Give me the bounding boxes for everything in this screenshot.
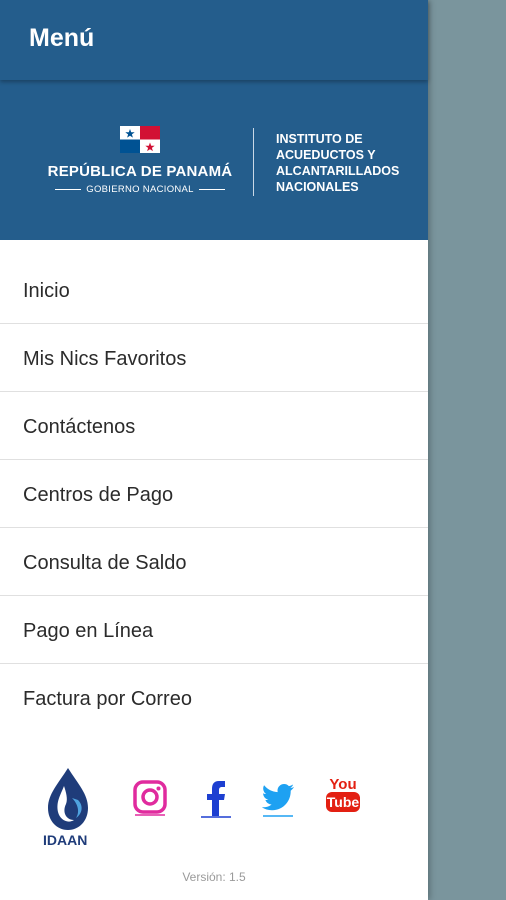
menu-item-mis-nics-favoritos[interactable]: Mis Nics Favoritos xyxy=(0,324,428,392)
menu-item-contactenos[interactable]: Contáctenos xyxy=(0,392,428,460)
panama-flag-icon xyxy=(120,126,160,153)
menu-item-label: Mis Nics Favoritos xyxy=(23,348,187,370)
menu-item-consulta-de-saldo[interactable]: Consulta de Saldo xyxy=(0,528,428,596)
divider-left xyxy=(55,189,82,190)
institute-line: NACIONALES xyxy=(276,180,359,194)
menu-item-label: Centros de Pago xyxy=(23,484,174,506)
app-version: Versión: 1.5 xyxy=(182,870,246,884)
menu-item-inicio[interactable]: Inicio xyxy=(0,256,428,324)
app-bar: Menú xyxy=(0,0,428,80)
social-links: IDAAN You Tube xyxy=(0,762,428,852)
youtube-icon-top-text: You xyxy=(329,776,356,793)
menu-item-factura-por-correo[interactable]: Factura por Correo xyxy=(0,664,428,731)
idaan-drop-icon xyxy=(48,768,88,830)
menu-list: Inicio Mis Nics Favoritos Contáctenos Ce… xyxy=(0,256,428,731)
facebook-icon[interactable] xyxy=(197,778,235,818)
institute-line: ALCANTARILLADOS xyxy=(276,164,400,178)
youtube-icon[interactable]: You Tube xyxy=(324,774,362,818)
divider-right xyxy=(198,189,226,190)
idaan-logo-text: IDAAN xyxy=(43,832,88,848)
country-name: REPÚBLICA DE PANAMÁ xyxy=(47,163,233,180)
institute-name: INSTITUTO DE ACUEDUCTOS Y ALCANTARILLADO… xyxy=(276,131,399,195)
menu-item-pago-en-linea[interactable]: Pago en Línea xyxy=(0,596,428,664)
menu-item-label: Contáctenos xyxy=(23,416,136,438)
menu-item-label: Inicio xyxy=(23,280,70,302)
drawer-title: Menú xyxy=(29,24,95,52)
government-label: GOBIERNO NACIONAL xyxy=(86,184,194,195)
youtube-icon-bottom-text: Tube xyxy=(327,794,360,810)
header-banner: REPÚBLICA DE PANAMÁ GOBIERNO NACIONAL IN… xyxy=(0,80,428,240)
menu-item-label: Consulta de Saldo xyxy=(23,552,187,574)
navigation-drawer: Menú REPÚBLICA DE PANAMÁ GOBIERNO NACION… xyxy=(0,0,428,900)
menu-item-centros-de-pago[interactable]: Centros de Pago xyxy=(0,460,428,528)
banner-divider xyxy=(253,128,254,196)
idaan-logo: IDAAN xyxy=(40,766,96,848)
institute-line: INSTITUTO DE xyxy=(276,132,363,146)
menu-item-label: Factura por Correo xyxy=(23,688,192,710)
menu-item-label: Pago en Línea xyxy=(23,620,154,642)
institute-line: ACUEDUCTOS Y xyxy=(276,148,376,162)
instagram-icon[interactable] xyxy=(131,778,169,818)
government-label-row: GOBIERNO NACIONAL xyxy=(50,184,230,195)
twitter-icon[interactable] xyxy=(259,778,297,818)
